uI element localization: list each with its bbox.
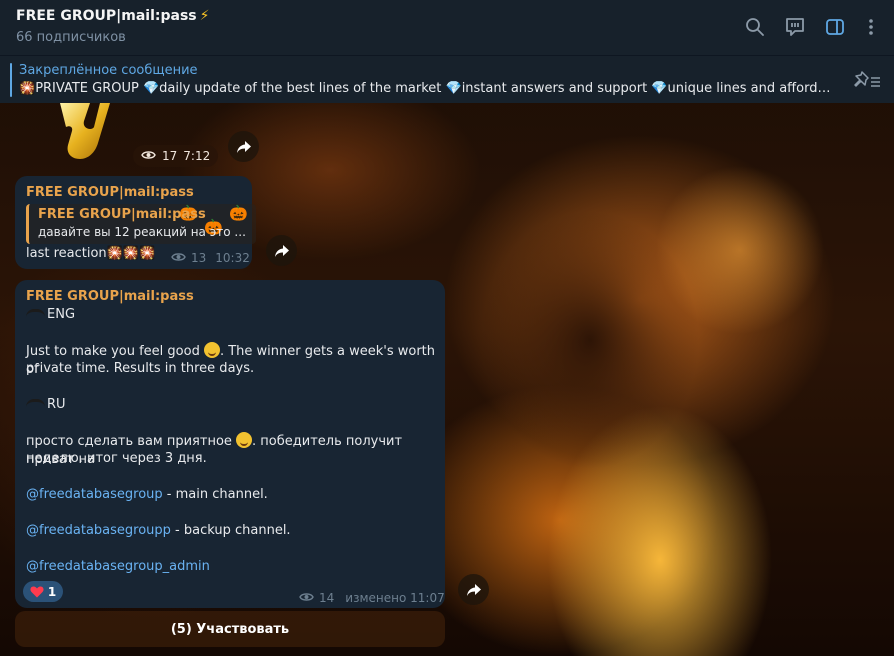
chat-header[interactable]: FREE GROUP|mail:pass ⚡ 66 подписчиков [0, 0, 894, 55]
eng-heading: ENG [26, 306, 75, 324]
forward-icon [274, 244, 289, 257]
ru-heading: RU [26, 396, 66, 414]
link-line-1: @freedatabasegroup - main channel. [26, 486, 268, 504]
eng-line-2: private time. Results in three days. [26, 361, 255, 376]
sidebar-toggle-icon[interactable] [822, 14, 848, 40]
gem-emoji: 💎 [142, 81, 160, 96]
pinned-accent-line [10, 63, 12, 97]
link-line-2: @freedatabasegroupp - backup channel. [26, 522, 291, 540]
gem-emoji: 💎 [651, 81, 668, 96]
more-vert-icon[interactable] [858, 14, 884, 40]
reply-text: давайте вы 12 реакций на это ... [38, 225, 246, 239]
smile-emoji-icon [236, 432, 253, 448]
forward-icon [236, 140, 251, 153]
pinned-title: Закреплённое сообщение [19, 63, 198, 78]
subscriber-count: 66 подписчиков [16, 30, 126, 45]
flag-icon [26, 399, 45, 407]
link-line-3: @freedatabasegroup_admin [26, 558, 210, 576]
forward-button[interactable] [228, 131, 259, 162]
reaction-count: 1 [47, 584, 57, 599]
reply-author: FREE GROUP|mail:pass [38, 207, 206, 222]
ru-label: RU [47, 397, 66, 412]
wallpaper-shadow [480, 210, 700, 470]
forward-button[interactable] [458, 574, 489, 605]
edited-time: изменено 11:07 [345, 591, 445, 605]
lightning-icon: ⚡ [199, 8, 210, 24]
message-text: last reaction🎇🎇🎇 [26, 245, 155, 263]
view-count: 13 [191, 251, 207, 265]
backup-channel-link[interactable]: @freedatabasegroupp [26, 523, 171, 538]
main-channel-link[interactable]: @freedatabasegroup [26, 487, 163, 502]
firework-emoji: 🎇🎇🎇 [106, 246, 156, 261]
message-author[interactable]: FREE GROUP|mail:pass [26, 185, 194, 200]
pinned-seg-4: unique lines and affordable pri... [667, 81, 834, 96]
reply-quote[interactable]: 🎃 🎃 🎃 FREE GROUP|mail:pass давайте вы 12… [26, 204, 256, 244]
pinned-seg-2: daily update of the best lines of the ma… [159, 81, 446, 96]
message-meta: 13 10:32 [171, 251, 250, 265]
eng-label: ENG [47, 307, 76, 322]
message-meta: 14 изменено 11:07 [299, 591, 445, 605]
link2-suffix: - backup channel. [170, 523, 291, 538]
eng-text-a: Just to make you feel good [26, 344, 204, 359]
eye-icon [171, 251, 186, 265]
heart-reaction-button[interactable]: 1 [23, 581, 63, 602]
flag-icon [26, 309, 45, 317]
search-icon[interactable] [742, 14, 768, 40]
view-count: 14 [319, 591, 335, 605]
eye-icon [299, 591, 314, 605]
message-author[interactable]: FREE GROUP|mail:pass [26, 289, 194, 304]
forward-button[interactable] [266, 235, 297, 266]
message-time: 10:32 [215, 251, 250, 265]
ru-text-a: просто сделать вам приятное [26, 434, 237, 449]
heart-icon [30, 586, 44, 597]
link1-suffix: - main channel. [162, 487, 268, 502]
pinned-message-bar[interactable]: Закреплённое сообщение 🎇PRIVATE GROUP 💎d… [0, 55, 894, 103]
gem-emoji: 💎 [445, 81, 462, 96]
message-bubble-2[interactable]: FREE GROUP|mail:pass ENG Just to make yo… [15, 280, 445, 608]
sticker-time: 7:12 [183, 149, 211, 163]
message-bubble-1[interactable]: FREE GROUP|mail:pass 🎃 🎃 🎃 FREE GROUP|ma… [15, 176, 256, 269]
pinned-preview: 🎇PRIVATE GROUP 💎daily update of the best… [19, 81, 834, 96]
sticker-meta: 17 7:12 [133, 145, 219, 167]
message-text-content: last reaction [26, 246, 107, 261]
pinned-seg-1: PRIVATE GROUP [35, 81, 143, 96]
participate-button[interactable]: (5) Участвовать [15, 611, 445, 647]
firework-emoji: 🎇 [19, 81, 36, 96]
unpin-list-icon[interactable] [854, 70, 882, 94]
admin-link[interactable]: @freedatabasegroup_admin [26, 559, 210, 574]
eye-icon [141, 149, 156, 163]
sticker-views: 17 [162, 149, 178, 163]
ru-line-2: неделю. итог через 3 дня. [26, 451, 207, 466]
forward-icon [466, 583, 481, 596]
smile-emoji-icon [203, 342, 220, 358]
channel-title[interactable]: FREE GROUP|mail:pass ⚡ [16, 8, 209, 24]
discussion-icon[interactable] [782, 14, 808, 40]
gold-sticker-image[interactable] [50, 103, 122, 163]
pinned-seg-3: instant answers and support [461, 81, 652, 96]
